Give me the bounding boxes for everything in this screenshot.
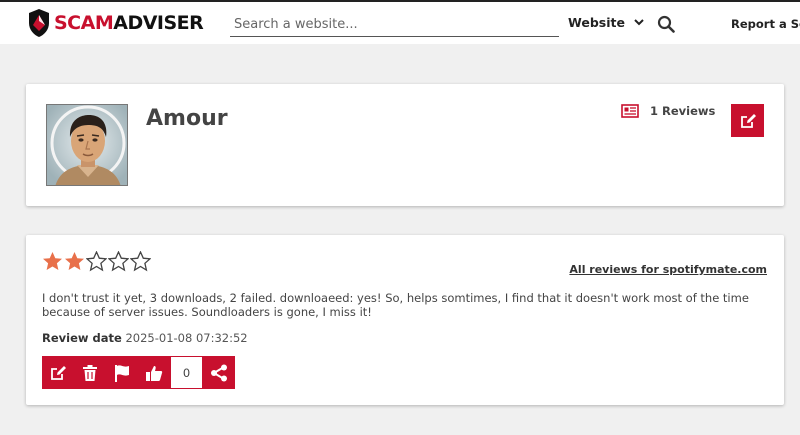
star-filled-icon — [43, 252, 62, 270]
search-input[interactable] — [230, 12, 559, 37]
all-reviews-link[interactable]: All reviews for spotifymate.com — [569, 263, 767, 276]
avatar — [46, 104, 128, 186]
shield-logo-icon — [29, 9, 49, 37]
thumbs-up-icon — [146, 365, 163, 381]
like-count: 0 — [170, 356, 203, 389]
chevron-down-icon — [634, 19, 644, 26]
star-empty-icon — [108, 251, 129, 272]
edit-icon — [740, 113, 756, 128]
star-filled-icon — [65, 252, 84, 270]
top-navigation-bar: SCAMADVISER Website Report a Sca — [0, 0, 800, 44]
star-rating — [42, 251, 151, 272]
profile-card: Amour 1 Reviews — [26, 84, 784, 206]
edit-review-button[interactable] — [42, 356, 74, 389]
flag-review-button[interactable] — [106, 356, 138, 389]
review-actions-bar: 0 — [42, 356, 235, 389]
reviews-count: 1 Reviews — [650, 104, 716, 118]
review-text: I don't trust it yet, 3 downloads, 2 fai… — [42, 291, 749, 319]
avatar-portrait-icon — [47, 105, 127, 185]
flag-icon — [115, 364, 129, 382]
reviews-list-icon — [621, 104, 639, 118]
report-scam-link[interactable]: Report a Sca — [731, 17, 800, 31]
logo-text: SCAMADVISER — [54, 12, 204, 34]
scamadviser-logo[interactable]: SCAMADVISER — [28, 8, 204, 38]
profile-name: Amour — [146, 106, 228, 131]
star-empty-icon — [86, 251, 107, 272]
review-card: All reviews for spotifymate.com I don't … — [26, 235, 784, 405]
like-review-button[interactable] — [138, 356, 170, 389]
website-dropdown[interactable]: Website — [568, 15, 644, 30]
share-review-button[interactable] — [203, 356, 235, 389]
review-date: Review date 2025-01-08 07:32:52 — [42, 331, 248, 345]
star-empty-icon — [130, 251, 151, 272]
review-date-value: 2025-01-08 07:32:52 — [125, 331, 248, 345]
edit-icon — [51, 365, 66, 380]
edit-profile-button[interactable] — [731, 104, 764, 137]
search-icon[interactable] — [657, 15, 675, 33]
share-icon — [211, 364, 227, 381]
delete-review-button[interactable] — [74, 356, 106, 389]
website-dropdown-label: Website — [568, 15, 625, 30]
delete-icon — [83, 364, 97, 381]
review-date-label: Review date — [42, 331, 122, 345]
